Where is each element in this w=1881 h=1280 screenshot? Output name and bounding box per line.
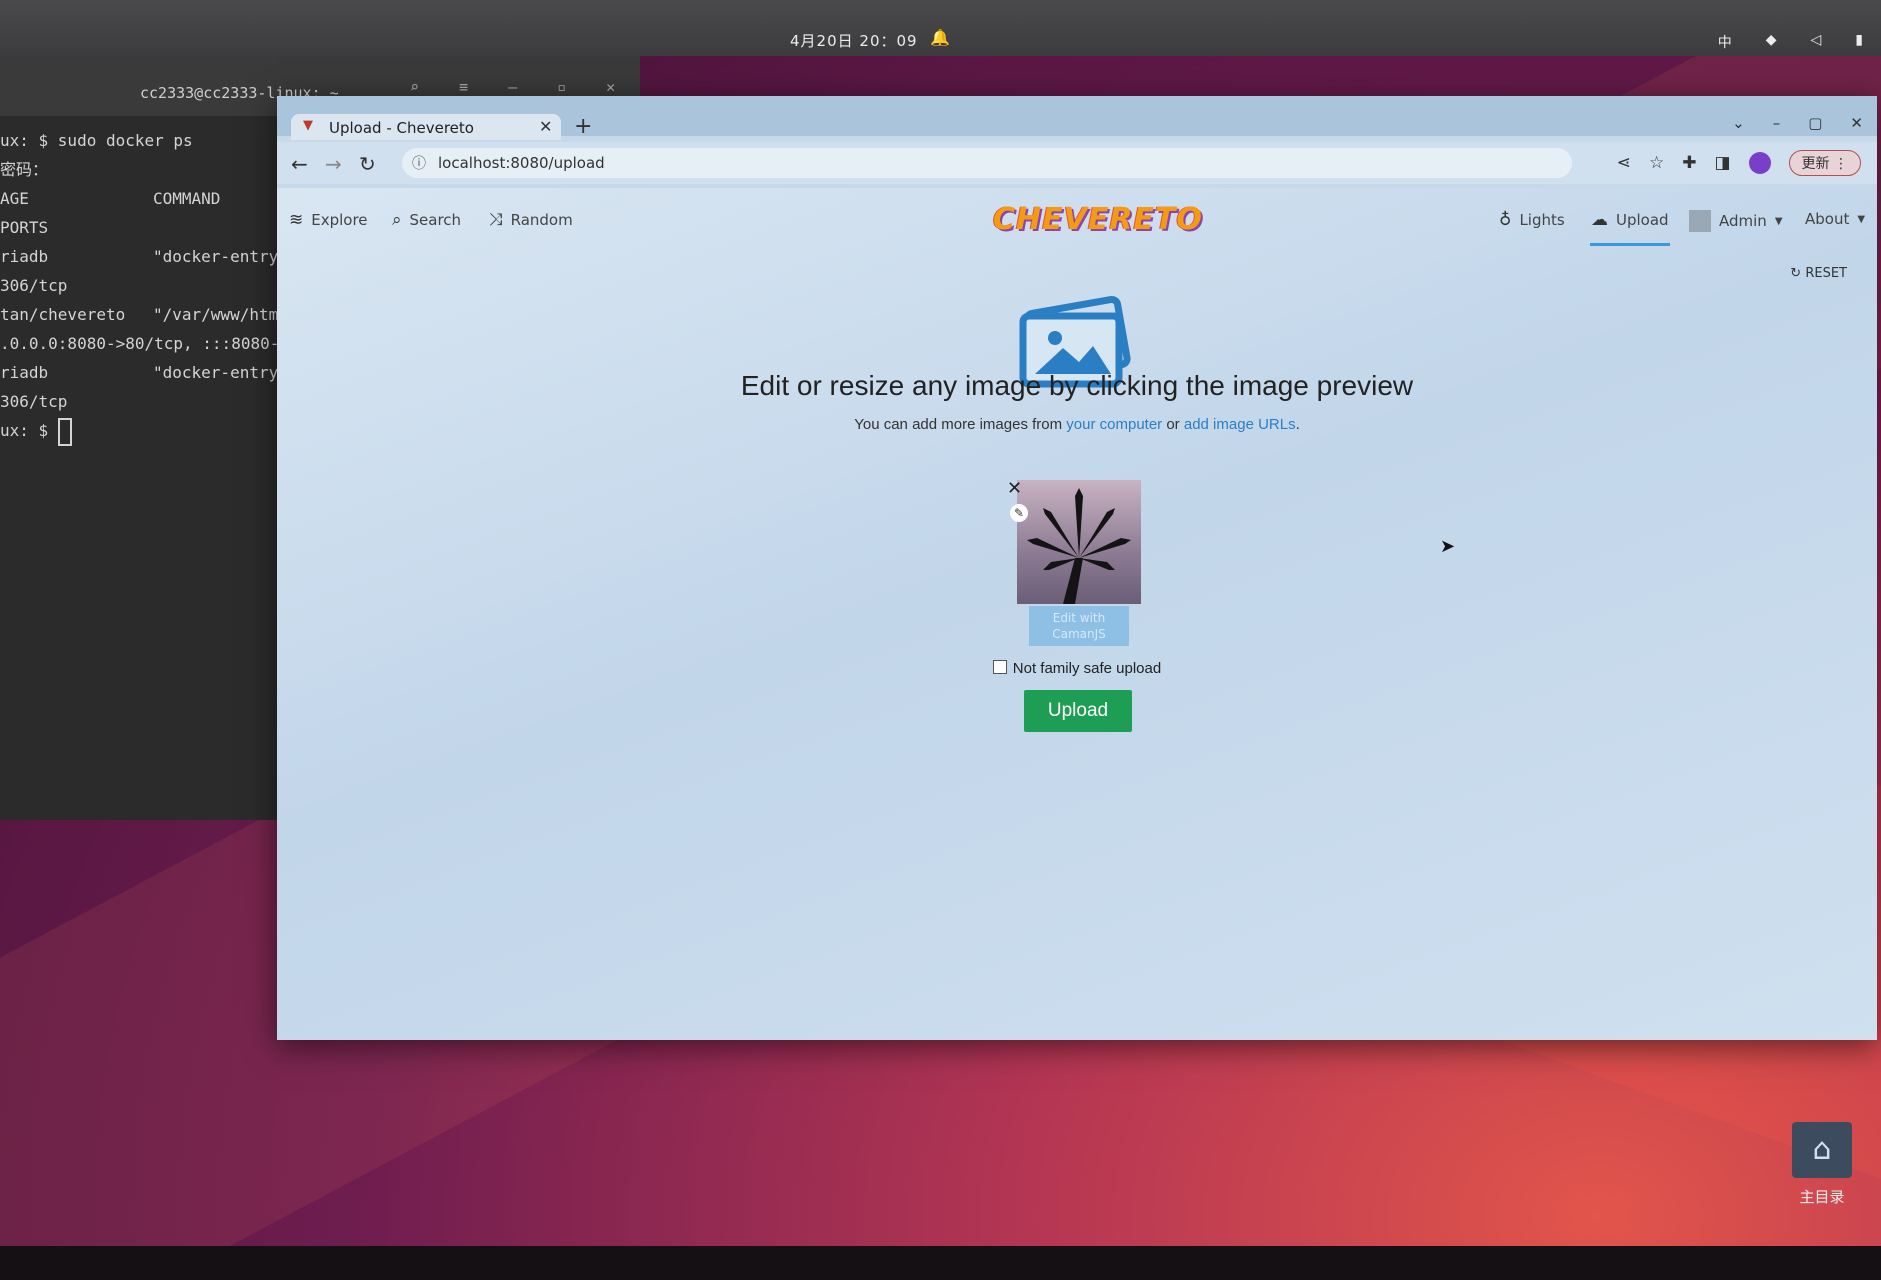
- bookmark-star-icon[interactable]: ☆: [1649, 153, 1664, 173]
- tab-title: Upload - Chevereto: [329, 119, 474, 137]
- maximize-icon[interactable]: ▢: [1808, 114, 1822, 132]
- profile-avatar[interactable]: [1748, 152, 1771, 174]
- close-icon[interactable]: ✕: [1850, 114, 1863, 132]
- chevron-down-icon: ▼: [1774, 215, 1783, 227]
- terminal-cursor: [57, 417, 72, 446]
- active-nav-indicator: [1590, 243, 1670, 246]
- nsfw-label[interactable]: Not family safe upload: [1013, 660, 1161, 677]
- nav-lights[interactable]: ♁ Lights: [1499, 210, 1565, 230]
- bell-icon[interactable]: 🔔: [930, 28, 950, 47]
- new-tab-button[interactable]: +: [574, 114, 592, 139]
- system-top-bar: 4月20日 20：09 🔔 中 ◆ ◁ ▮: [0, 0, 1881, 56]
- search-icon[interactable]: ⌕: [410, 78, 419, 96]
- reload-icon[interactable]: ↻: [359, 152, 376, 176]
- home-folder-icon: ⌂: [1792, 1122, 1852, 1178]
- leaf-image-thumbnail: [1027, 488, 1131, 604]
- url-text[interactable]: localhost:8080/upload: [438, 154, 605, 172]
- wifi-icon[interactable]: ◆: [1766, 32, 1777, 52]
- page-subline: You can add more images from your comput…: [854, 416, 1300, 433]
- nav-explore[interactable]: ≋ Explore: [289, 210, 368, 230]
- site-info-icon[interactable]: ⓘ: [412, 153, 426, 173]
- battery-icon[interactable]: ▮: [1855, 32, 1863, 52]
- user-avatar-icon: [1689, 210, 1711, 232]
- input-method-indicator[interactable]: 中: [1718, 32, 1732, 52]
- close-icon[interactable]: ✕: [606, 78, 615, 96]
- system-tray[interactable]: 中 ◆ ◁ ▮: [1718, 32, 1863, 52]
- remove-image-icon[interactable]: ✕: [1007, 478, 1022, 499]
- tab-upload[interactable]: ▼ Upload - Chevereto ✕: [291, 114, 561, 140]
- maximize-icon[interactable]: ▫: [557, 78, 566, 96]
- forward-icon[interactable]: →: [325, 152, 342, 176]
- minimize-icon[interactable]: –: [1773, 114, 1781, 132]
- edit-pencil-icon[interactable]: ✎: [1010, 504, 1028, 522]
- mouse-pointer-icon: ➤: [1440, 536, 1456, 557]
- chevereto-page: ≋ Explore ⌕ Search ⤨ Random CHEVERETO ♁ …: [277, 188, 1877, 1040]
- add-image-urls-link[interactable]: add image URLs: [1184, 416, 1296, 433]
- page-headline: Edit or resize any image by clicking the…: [740, 370, 1414, 401]
- nav-random[interactable]: ⤨ Random: [489, 210, 573, 230]
- browser-window[interactable]: ▼ Upload - Chevereto ✕ + ⌄ – ▢ ✕ ← → ↻ ⓘ…: [277, 96, 1877, 1040]
- share-icon[interactable]: ⋖: [1617, 153, 1631, 173]
- search-icon: ⌕: [392, 210, 402, 230]
- layers-icon: ≋: [289, 210, 304, 230]
- tab-search-chevron-icon[interactable]: ⌄: [1732, 114, 1745, 132]
- url-field[interactable]: ⓘ localhost:8080/upload: [402, 148, 1572, 178]
- extensions-icon[interactable]: ✚: [1682, 153, 1696, 173]
- shuffle-icon: ⤨: [489, 210, 503, 230]
- minimize-icon[interactable]: –: [508, 78, 517, 96]
- nav-search[interactable]: ⌕ Search: [392, 210, 461, 230]
- menu-icon[interactable]: ≡: [459, 78, 468, 96]
- address-bar: ← → ↻ ⓘ localhost:8080/upload ⋖ ☆ ✚ ◨ 更新…: [277, 142, 1877, 184]
- upload-button[interactable]: Upload: [1024, 690, 1132, 732]
- your-computer-link[interactable]: your computer: [1066, 416, 1162, 433]
- nav-admin[interactable]: Admin ▼: [1689, 210, 1783, 232]
- reset-button[interactable]: ↻ RESET: [1790, 266, 1847, 281]
- back-icon[interactable]: ←: [291, 152, 308, 176]
- nsfw-checkbox-row[interactable]: Not family safe upload: [277, 660, 1877, 677]
- lightbulb-icon: ♁: [1499, 210, 1512, 230]
- clock[interactable]: 4月20日 20：09: [790, 30, 918, 51]
- image-preview[interactable]: [1017, 480, 1141, 604]
- cloud-upload-icon: ☁: [1591, 210, 1608, 230]
- tab-strip: ▼ Upload - Chevereto ✕ + ⌄ – ▢ ✕: [277, 96, 1877, 140]
- update-button[interactable]: 更新 ⋮: [1788, 150, 1861, 176]
- site-top-nav: ≋ Explore ⌕ Search ⤨ Random CHEVERETO ♁ …: [277, 188, 1877, 248]
- home-folder-shortcut[interactable]: ⌂ 主目录: [1790, 1122, 1854, 1207]
- site-logo[interactable]: CHEVERETO: [993, 202, 1203, 237]
- edit-with-camanjs-button[interactable]: Edit with CamanJS: [1029, 606, 1129, 646]
- chevereto-favicon-icon: ▼: [303, 118, 313, 133]
- refresh-icon: ↻: [1790, 266, 1802, 281]
- tab-close-icon[interactable]: ✕: [539, 117, 552, 136]
- home-folder-label: 主目录: [1799, 1188, 1845, 1206]
- volume-icon[interactable]: ◁: [1811, 32, 1822, 52]
- nav-upload[interactable]: ☁ Upload: [1591, 210, 1669, 230]
- nsfw-checkbox[interactable]: [992, 660, 1007, 674]
- nav-about[interactable]: About ▼: [1805, 210, 1865, 228]
- side-panel-icon[interactable]: ◨: [1714, 153, 1730, 173]
- chevron-down-icon: ▼: [1857, 213, 1866, 225]
